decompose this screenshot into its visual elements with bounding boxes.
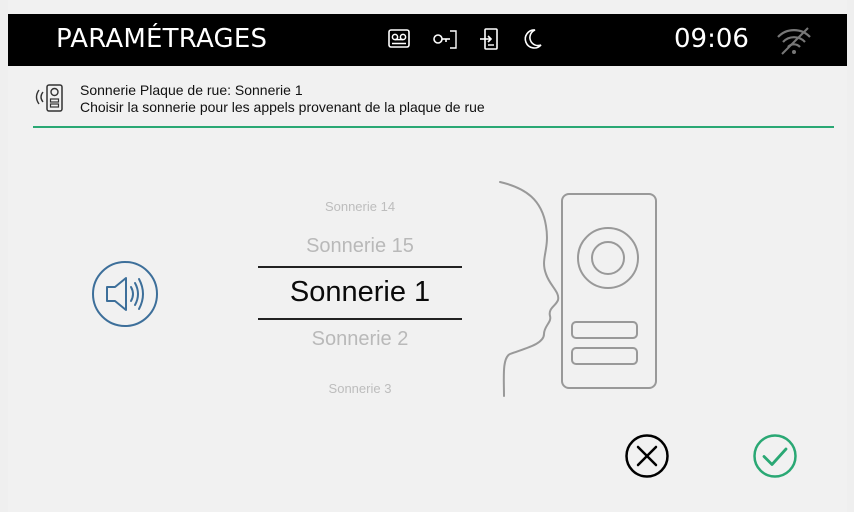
night-mode-icon — [524, 29, 542, 49]
ringtone-option-selected[interactable]: Sonnerie 1 — [258, 276, 462, 309]
selection-line-bottom — [258, 318, 462, 320]
door-key-icon — [433, 30, 457, 49]
voicemail-icon — [388, 29, 410, 48]
cancel-icon[interactable] — [624, 433, 670, 479]
header-divider — [33, 126, 834, 128]
wifi-off-icon — [777, 27, 811, 55]
ringtone-picker[interactable]: Sonnerie 14 Sonnerie 15 Sonnerie 1 Sonne… — [258, 185, 462, 405]
setting-description: Choisir la sonnerie pour les appels prov… — [80, 99, 485, 115]
setting-info: Sonnerie Plaque de rue: Sonnerie 1 Chois… — [30, 74, 836, 128]
selection-line-top — [258, 266, 462, 268]
ringtone-option[interactable]: Sonnerie 3 — [258, 381, 462, 396]
ringtone-option[interactable]: Sonnerie 2 — [258, 328, 462, 351]
clock: 09:06 — [674, 24, 749, 54]
page-title: PARAMÉTRAGES — [56, 24, 268, 54]
door-panel-illustration — [499, 181, 657, 397]
door-panel-ringing-icon — [35, 84, 63, 112]
header-bar: PARAMÉTRAGES 09:06 — [8, 14, 847, 66]
check-icon[interactable] — [752, 433, 798, 479]
speaker-icon[interactable] — [90, 259, 160, 329]
ringtone-option[interactable]: Sonnerie 15 — [258, 235, 462, 258]
ringtone-option[interactable]: Sonnerie 14 — [258, 199, 462, 214]
door-exit-icon — [480, 28, 498, 50]
setting-value-label: Sonnerie Plaque de rue: Sonnerie 1 — [80, 82, 303, 98]
